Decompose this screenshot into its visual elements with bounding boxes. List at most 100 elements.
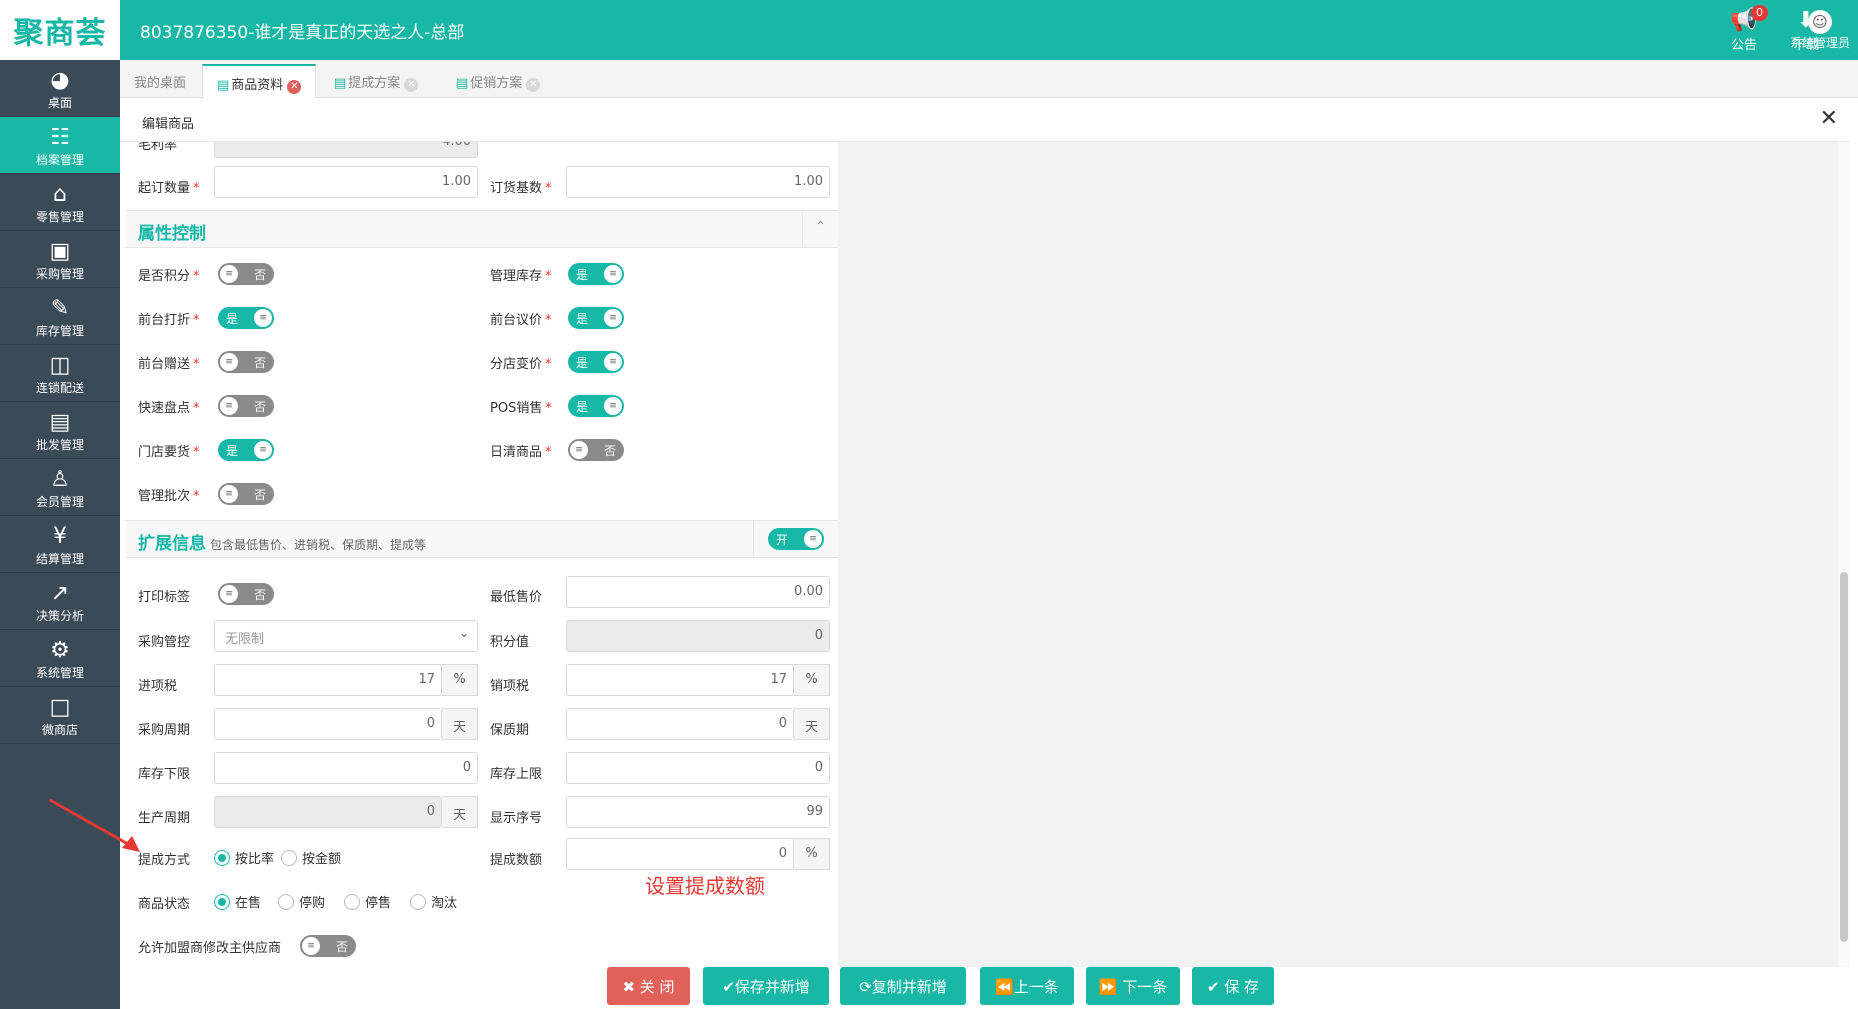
scrollbar[interactable] — [1838, 142, 1850, 967]
toggle-daily-clear[interactable]: ≡ 否 — [568, 439, 624, 461]
toggle-batch[interactable]: ≡ 否 — [218, 483, 274, 505]
save-and-new-button[interactable]: ✔保存并新增 — [703, 967, 829, 1005]
member-icon: ♙ — [50, 467, 70, 492]
sidebar-item-label: 决策分析 — [35, 609, 84, 623]
field-label: 库存下限 — [138, 767, 191, 782]
order-base-input[interactable]: 1.00 — [566, 166, 830, 198]
toggle-store-request[interactable]: 是 ≡ — [218, 439, 274, 461]
user-menu[interactable]: ☺ 系统管理员 — [1782, 8, 1858, 51]
purchase-control-select[interactable]: 无限制 ⌄ — [214, 620, 478, 652]
toggle-manage-stock[interactable]: 是 ≡ — [568, 263, 624, 285]
toggle-quick-count[interactable]: ≡ 否 — [218, 395, 274, 417]
sidebar-item-settlement[interactable]: ¥ 结算管理 — [0, 516, 120, 573]
stock-min-input[interactable]: 0 — [214, 752, 478, 784]
radio-by-ratio[interactable]: 按比率 — [214, 848, 274, 867]
close-tab-icon[interactable]: ✕ — [287, 80, 302, 94]
close-icon[interactable]: ✕ — [1820, 106, 1838, 131]
sidebar-item-archive[interactable]: ☷ 档案管理 — [0, 117, 120, 174]
settlement-icon: ¥ — [53, 524, 67, 549]
tab-promotion[interactable]: ▤ 促销方案 ✕ — [442, 64, 554, 98]
tab-label: 促销方案 — [470, 76, 523, 91]
field-label: 起订数量 * — [138, 181, 200, 196]
tab-my-desktop[interactable]: 我的桌面 — [120, 64, 200, 98]
sidebar-item-analysis[interactable]: ↗ 决策分析 — [0, 573, 120, 630]
sidebar-item-system[interactable]: ⚙ 系统管理 — [0, 630, 120, 687]
copy-and-new-button[interactable]: ⟳复制并新增 — [840, 967, 966, 1005]
toggle-front-gift[interactable]: ≡ 否 — [218, 351, 274, 373]
toggle-extension[interactable]: 开 ≡ — [768, 528, 824, 550]
field-label: 日清商品 * — [490, 445, 552, 460]
shelf-life-input[interactable]: 0 — [566, 708, 794, 740]
radio-dot — [281, 849, 297, 866]
sidebar-item-label: 桌面 — [47, 96, 72, 110]
tab-product-info[interactable]: ▤ 商品资料 ✕ — [202, 64, 317, 99]
stock-max-input[interactable]: 0 — [566, 752, 830, 784]
min-price-input[interactable]: 0.00 — [566, 576, 830, 608]
day-addon: 天 — [442, 796, 478, 828]
field-label: 采购周期 — [138, 723, 191, 738]
prev-button[interactable]: ⏪上一条 — [980, 967, 1074, 1005]
tab-commission[interactable]: ▤ 提成方案 ✕ — [320, 64, 432, 98]
annotation-arrow-icon — [49, 798, 140, 852]
next-button[interactable]: ⏩ 下一条 — [1086, 967, 1180, 1005]
sidebar-item-wholesale[interactable]: ▤ 批发管理 — [0, 402, 120, 459]
dialog-title: 编辑商品 — [142, 117, 195, 132]
field-label: 提成数额 — [490, 853, 543, 868]
toggle-knob-icon: ≡ — [804, 530, 822, 548]
toggle-branch-price[interactable]: 是 ≡ — [568, 351, 624, 373]
display-order-input[interactable]: 99 — [566, 796, 830, 828]
ext-toggle-wrap: 开 ≡ — [753, 521, 838, 557]
field-label: 门店要货 * — [138, 445, 200, 460]
radio-by-amount[interactable]: 按金额 — [281, 848, 341, 867]
close-tab-icon[interactable]: ✕ — [526, 78, 541, 92]
output-tax-input[interactable]: 17 — [566, 664, 794, 696]
save-button[interactable]: ✔ 保 存 — [1192, 967, 1274, 1005]
sidebar-item-inventory[interactable]: ✎ 库存管理 — [0, 288, 120, 345]
toggle-front-bargain[interactable]: 是 ≡ — [568, 307, 624, 329]
notice-badge: 0 — [1751, 5, 1768, 21]
bag-icon: □ — [49, 695, 71, 720]
gross-margin-input: 4.00 — [214, 142, 478, 158]
chevron-down-icon: ⌄ — [458, 626, 469, 640]
field-label: 快速盘点 * — [138, 401, 200, 416]
tab-label: 我的桌面 — [134, 76, 187, 91]
scrollbar-thumb[interactable] — [1840, 572, 1848, 942]
sidebar: ◕ 桌面 ☷ 档案管理 ⌂ 零售管理 ▣ 采购管理 ✎ 库存管理 ◫ 连锁配送 … — [0, 60, 120, 1009]
min-order-input[interactable]: 1.00 — [214, 166, 478, 198]
radio-status-on-sale[interactable]: 在售 — [214, 892, 261, 911]
sidebar-item-label: 结算管理 — [35, 552, 84, 566]
toggle-print-label[interactable]: ≡ 否 — [218, 583, 274, 605]
radio-status-stop-purchase[interactable]: 停购 — [278, 892, 325, 911]
sidebar-item-desktop[interactable]: ◕ 桌面 — [0, 60, 120, 117]
sidebar-item-member[interactable]: ♙ 会员管理 — [0, 459, 120, 516]
close-icon: ✖ — [622, 978, 640, 996]
sidebar-item-delivery[interactable]: ◫ 连锁配送 — [0, 345, 120, 402]
field-label: 显示序号 — [490, 811, 543, 826]
toggle-pos-sale[interactable]: 是 ≡ — [568, 395, 624, 417]
attr-section-header: 属性控制 ⌃ — [126, 210, 838, 248]
radio-status-eliminated[interactable]: 淘汰 — [410, 892, 457, 911]
document-icon: ▤ — [217, 78, 230, 93]
toggle-points[interactable]: ≡ 否 — [218, 263, 274, 285]
close-button[interactable]: ✖ 关 闭 — [607, 967, 690, 1005]
commission-amount-input[interactable]: 0 — [566, 838, 794, 870]
sidebar-item-microstore[interactable]: □ 微商店 — [0, 687, 120, 744]
radio-dot — [214, 849, 230, 866]
notice-button[interactable]: 📢 0 公告 — [1714, 5, 1774, 53]
toggle-allow-franchise[interactable]: ≡ 否 — [300, 935, 356, 957]
percent-addon: % — [794, 664, 830, 696]
sidebar-item-purchase[interactable]: ▣ 采购管理 — [0, 231, 120, 288]
chevron-up-icon[interactable]: ⌃ — [802, 211, 838, 247]
dialog-header: 编辑商品 ✕ — [120, 98, 1850, 142]
toggle-front-discount[interactable]: 是 ≡ — [218, 307, 274, 329]
refresh-icon: ⟳ — [859, 978, 872, 996]
field-label: 销项税 — [490, 679, 530, 694]
sidebar-item-retail[interactable]: ⌂ 零售管理 — [0, 174, 120, 231]
sidebar-item-label: 批发管理 — [35, 438, 84, 452]
input-tax-input[interactable]: 17 — [214, 664, 442, 696]
app-logo[interactable]: 聚商荟 — [0, 0, 120, 60]
radio-status-stop-sale[interactable]: 停售 — [344, 892, 391, 911]
percent-addon: % — [442, 664, 478, 696]
close-tab-icon[interactable]: ✕ — [404, 78, 419, 92]
purchase-cycle-input[interactable]: 0 — [214, 708, 442, 740]
